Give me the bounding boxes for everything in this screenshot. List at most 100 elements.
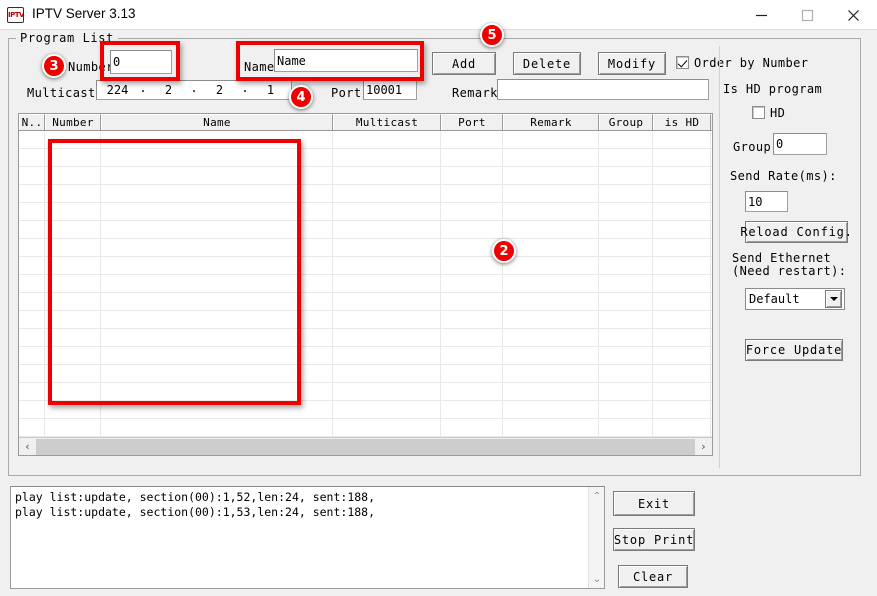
table-cell[interactable] — [599, 149, 653, 166]
table-cell[interactable] — [653, 185, 711, 202]
table-cell[interactable] — [653, 311, 711, 328]
force-update-button[interactable]: Force Update — [745, 339, 843, 361]
table-cell[interactable] — [101, 203, 333, 220]
table-cell[interactable] — [653, 167, 711, 184]
table-cell[interactable] — [333, 311, 441, 328]
table-cell[interactable] — [503, 347, 599, 364]
clear-button[interactable]: Clear — [618, 565, 688, 588]
table-column-header[interactable]: Number — [45, 114, 101, 130]
multicast-ip-input[interactable]: 224 . 2 . 2 . 1 — [96, 80, 292, 100]
table-cell[interactable] — [19, 239, 45, 256]
order-by-number-checkbox[interactable] — [676, 56, 689, 69]
table-row[interactable] — [19, 185, 712, 203]
multicast-octet-2[interactable]: 2 — [148, 83, 189, 97]
table-body[interactable] — [19, 131, 712, 437]
table-cell[interactable] — [101, 329, 333, 346]
delete-button[interactable]: Delete — [513, 52, 581, 75]
table-cell[interactable] — [599, 311, 653, 328]
table-column-header[interactable]: Group — [599, 114, 653, 130]
table-cell[interactable] — [441, 149, 503, 166]
table-cell[interactable] — [503, 185, 599, 202]
horizontal-scroll-thumb[interactable] — [36, 439, 695, 455]
table-cell[interactable] — [333, 347, 441, 364]
table-cell[interactable] — [101, 275, 333, 292]
table-row[interactable] — [19, 257, 712, 275]
table-cell[interactable] — [333, 293, 441, 310]
table-cell[interactable] — [653, 131, 711, 148]
table-cell[interactable] — [503, 365, 599, 382]
table-row[interactable] — [19, 329, 712, 347]
reload-config-button[interactable]: Reload Config. — [745, 221, 848, 243]
table-cell[interactable] — [653, 401, 711, 418]
table-row[interactable] — [19, 149, 712, 167]
table-row[interactable] — [19, 131, 712, 149]
table-cell[interactable] — [503, 329, 599, 346]
close-button[interactable] — [830, 0, 876, 30]
table-cell[interactable] — [653, 419, 711, 436]
table-cell[interactable] — [653, 293, 711, 310]
table-row[interactable] — [19, 221, 712, 239]
table-cell[interactable] — [441, 203, 503, 220]
port-input[interactable]: 10001 — [363, 80, 417, 100]
table-cell[interactable] — [101, 293, 333, 310]
table-cell[interactable] — [101, 401, 333, 418]
table-cell[interactable] — [653, 257, 711, 274]
table-column-header[interactable]: Port — [441, 114, 503, 130]
table-cell[interactable] — [45, 185, 101, 202]
scroll-down-icon[interactable]: ⌄ — [589, 571, 605, 587]
table-cell[interactable] — [101, 221, 333, 238]
table-cell[interactable] — [333, 149, 441, 166]
table-cell[interactable] — [599, 329, 653, 346]
table-cell[interactable] — [653, 239, 711, 256]
multicast-octet-1[interactable]: 224 — [97, 83, 138, 97]
table-cell[interactable] — [441, 167, 503, 184]
table-cell[interactable] — [45, 275, 101, 292]
table-cell[interactable] — [333, 401, 441, 418]
program-table[interactable]: N..NumberNameMulticastPortRemarkGroupis … — [18, 113, 713, 456]
table-cell[interactable] — [599, 239, 653, 256]
table-cell[interactable] — [101, 131, 333, 148]
table-row[interactable] — [19, 365, 712, 383]
table-cell[interactable] — [441, 311, 503, 328]
table-cell[interactable] — [599, 401, 653, 418]
table-row[interactable] — [19, 239, 712, 257]
log-vertical-scrollbar[interactable]: ⌃ ⌄ — [588, 487, 604, 588]
table-cell[interactable] — [503, 419, 599, 436]
table-cell[interactable] — [441, 383, 503, 400]
table-cell[interactable] — [599, 257, 653, 274]
table-column-header[interactable]: is HD — [653, 114, 711, 130]
table-cell[interactable] — [599, 365, 653, 382]
table-cell[interactable] — [441, 131, 503, 148]
table-cell[interactable] — [653, 275, 711, 292]
table-cell[interactable] — [101, 167, 333, 184]
hd-label[interactable]: HD — [770, 106, 785, 120]
table-cell[interactable] — [19, 185, 45, 202]
table-cell[interactable] — [599, 293, 653, 310]
table-column-header[interactable]: Name — [101, 114, 333, 130]
stop-print-button[interactable]: Stop Print — [613, 528, 695, 551]
table-cell[interactable] — [599, 185, 653, 202]
table-cell[interactable] — [653, 383, 711, 400]
table-cell[interactable] — [45, 203, 101, 220]
table-cell[interactable] — [503, 401, 599, 418]
table-cell[interactable] — [441, 419, 503, 436]
add-button[interactable]: Add — [432, 52, 496, 75]
table-cell[interactable] — [45, 365, 101, 382]
table-cell[interactable] — [101, 347, 333, 364]
table-cell[interactable] — [503, 149, 599, 166]
table-cell[interactable] — [19, 167, 45, 184]
remark-input[interactable] — [497, 79, 709, 100]
exit-button[interactable]: Exit — [613, 491, 695, 516]
table-cell[interactable] — [45, 293, 101, 310]
table-cell[interactable] — [45, 383, 101, 400]
table-cell[interactable] — [503, 239, 599, 256]
table-cell[interactable] — [45, 419, 101, 436]
hd-checkbox[interactable] — [752, 106, 765, 119]
table-cell[interactable] — [599, 203, 653, 220]
table-cell[interactable] — [19, 401, 45, 418]
scroll-up-icon[interactable]: ⌃ — [589, 488, 605, 504]
table-cell[interactable] — [101, 311, 333, 328]
table-cell[interactable] — [653, 365, 711, 382]
table-column-header[interactable]: N.. — [19, 114, 45, 130]
table-cell[interactable] — [101, 257, 333, 274]
